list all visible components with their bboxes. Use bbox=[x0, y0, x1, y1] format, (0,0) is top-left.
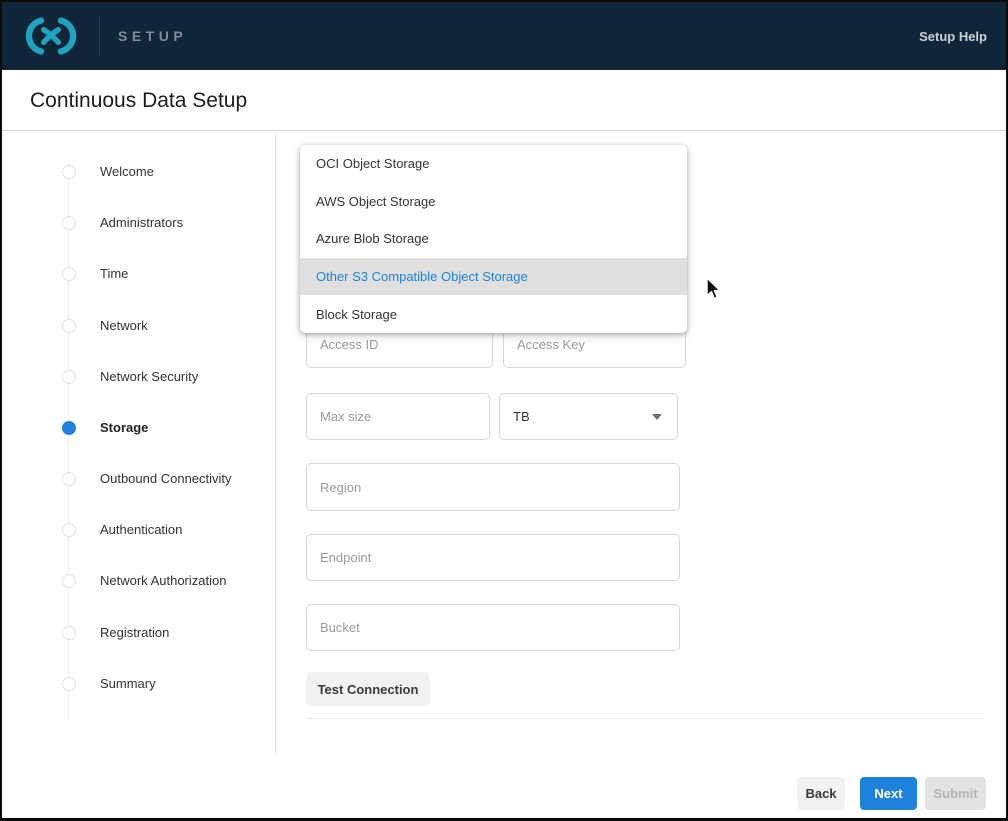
app-window: SETUP Setup Help Continuous Data Setup W… bbox=[0, 0, 1008, 821]
size-unit-value: TB bbox=[513, 409, 530, 424]
step-circle-icon bbox=[62, 626, 76, 640]
step-circle-icon bbox=[62, 523, 76, 537]
step-circle-icon bbox=[62, 574, 76, 588]
storage-type-dropdown-menu: OCI Object Storage AWS Object Storage Az… bbox=[300, 145, 687, 333]
sidebar-item-time[interactable]: Time bbox=[62, 266, 128, 281]
step-circle-icon bbox=[62, 216, 76, 230]
step-circle-icon bbox=[62, 370, 76, 384]
step-label: Welcome bbox=[100, 164, 154, 179]
step-circle-icon bbox=[62, 267, 76, 281]
step-label: Time bbox=[100, 266, 128, 281]
menu-item-oci-object-storage[interactable]: OCI Object Storage bbox=[300, 145, 687, 183]
menu-item-other-s3-compatible-object-storage[interactable]: Other S3 Compatible Object Storage bbox=[300, 258, 687, 296]
page-title: Continuous Data Setup bbox=[30, 70, 247, 131]
bucket-input[interactable] bbox=[306, 604, 680, 651]
sidebar-item-welcome[interactable]: Welcome bbox=[62, 164, 154, 179]
page-header: Continuous Data Setup bbox=[2, 70, 1006, 131]
submit-button[interactable]: Submit bbox=[925, 777, 986, 810]
region-input[interactable] bbox=[306, 463, 680, 511]
step-label: Authentication bbox=[100, 522, 182, 537]
menu-item-aws-object-storage[interactable]: AWS Object Storage bbox=[300, 183, 687, 221]
test-connection-button[interactable]: Test Connection bbox=[306, 672, 430, 706]
step-label: Network bbox=[100, 318, 148, 333]
step-label: Outbound Connectivity bbox=[100, 471, 232, 486]
step-circle-icon bbox=[62, 677, 76, 691]
chevron-down-icon bbox=[652, 414, 662, 420]
step-circle-icon bbox=[62, 472, 76, 486]
sidebar-item-network-security[interactable]: Network Security bbox=[62, 369, 198, 384]
step-label: Network Security bbox=[100, 369, 198, 384]
sidebar-item-summary[interactable]: Summary bbox=[62, 676, 156, 691]
product-name: SETUP bbox=[118, 2, 187, 70]
delphix-logo-icon bbox=[22, 16, 80, 56]
top-nav-bar: SETUP Setup Help bbox=[2, 2, 1006, 70]
sidebar-item-registration[interactable]: Registration bbox=[62, 625, 169, 640]
step-label: Storage bbox=[100, 420, 148, 435]
sidebar-divider bbox=[275, 131, 276, 755]
menu-item-azure-blob-storage[interactable]: Azure Blob Storage bbox=[300, 220, 687, 258]
sidebar-item-administrators[interactable]: Administrators bbox=[62, 215, 183, 230]
content-divider bbox=[306, 718, 985, 719]
step-label: Network Authorization bbox=[100, 573, 226, 588]
step-label: Administrators bbox=[100, 215, 183, 230]
setup-help-link[interactable]: Setup Help bbox=[919, 2, 987, 70]
step-circle-icon bbox=[62, 319, 76, 333]
step-label: Summary bbox=[100, 676, 156, 691]
brand-divider bbox=[99, 16, 100, 56]
endpoint-input[interactable] bbox=[306, 534, 680, 581]
back-button[interactable]: Back bbox=[797, 777, 845, 810]
size-unit-select[interactable]: TB bbox=[499, 393, 678, 440]
next-button[interactable]: Next bbox=[860, 777, 917, 810]
step-circle-active-icon bbox=[62, 421, 76, 435]
sidebar-item-network-authorization[interactable]: Network Authorization bbox=[62, 573, 226, 588]
sidebar-item-network[interactable]: Network bbox=[62, 318, 148, 333]
menu-item-block-storage[interactable]: Block Storage bbox=[300, 295, 687, 333]
sidebar-item-authentication[interactable]: Authentication bbox=[62, 522, 182, 537]
sidebar-item-outbound-connectivity[interactable]: Outbound Connectivity bbox=[62, 471, 232, 486]
max-size-input[interactable] bbox=[306, 393, 490, 440]
sidebar-item-storage[interactable]: Storage bbox=[62, 420, 148, 435]
step-circle-icon bbox=[62, 165, 76, 179]
step-label: Registration bbox=[100, 625, 169, 640]
mouse-cursor-icon bbox=[705, 277, 723, 301]
